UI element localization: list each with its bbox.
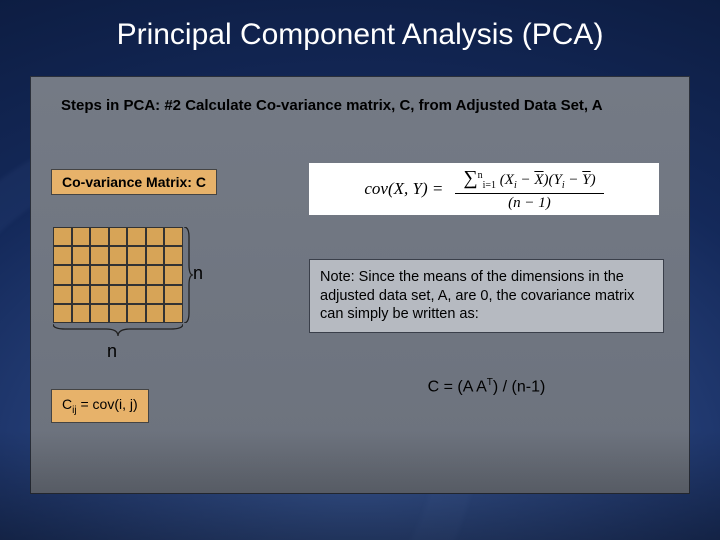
simplified-lhs: C = (A A (428, 378, 487, 395)
term-open: (X (500, 172, 514, 188)
minus2: − (565, 172, 583, 188)
note-box: Note: Since the means of the dimensions … (309, 259, 664, 333)
sum-lower: i=1 (483, 180, 496, 191)
brace-right-icon (183, 227, 193, 323)
term-mid: )(Y (544, 172, 562, 188)
minus1: − (517, 172, 535, 188)
matrix-n-cols: n (107, 341, 117, 362)
simplified-rhs: ) / (n-1) (493, 378, 545, 395)
slide-title: Principal Component Analysis (PCA) (0, 18, 720, 52)
cij-definition: Cij = cov(i, j) (51, 389, 149, 423)
matrix-grid (53, 227, 183, 323)
simplified-formula: C = (A AT) / (n-1) (309, 377, 664, 396)
x-bar: X (534, 172, 543, 188)
y-bar: Y (582, 172, 590, 188)
matrix-n-rows: n (193, 263, 203, 284)
cij-prefix: C (62, 396, 72, 412)
fraction-denominator: (n − 1) (508, 194, 551, 212)
content-panel: Steps in PCA: #2 Calculate Co-variance m… (30, 76, 690, 494)
fraction-numerator: ∑ni=1 (Xi − X)(Yi − Y) (455, 166, 603, 194)
cij-rest: = cov(i, j) (77, 396, 138, 412)
step-heading: Steps in PCA: #2 Calculate Co-variance m… (61, 97, 603, 114)
brace-bottom-icon (53, 323, 183, 337)
cov-lhs: cov(X, Y) = (364, 179, 443, 199)
slide: Principal Component Analysis (PCA) Steps… (0, 0, 720, 540)
term-close: ) (591, 172, 596, 188)
fraction: ∑ni=1 (Xi − X)(Yi − Y) (n − 1) (455, 166, 603, 212)
covariance-matrix-label: Co-variance Matrix: C (51, 169, 217, 195)
covariance-formula: cov(X, Y) = ∑ni=1 (Xi − X)(Yi − Y) (n − … (309, 163, 659, 215)
sigma-icon: ∑ (463, 167, 477, 189)
